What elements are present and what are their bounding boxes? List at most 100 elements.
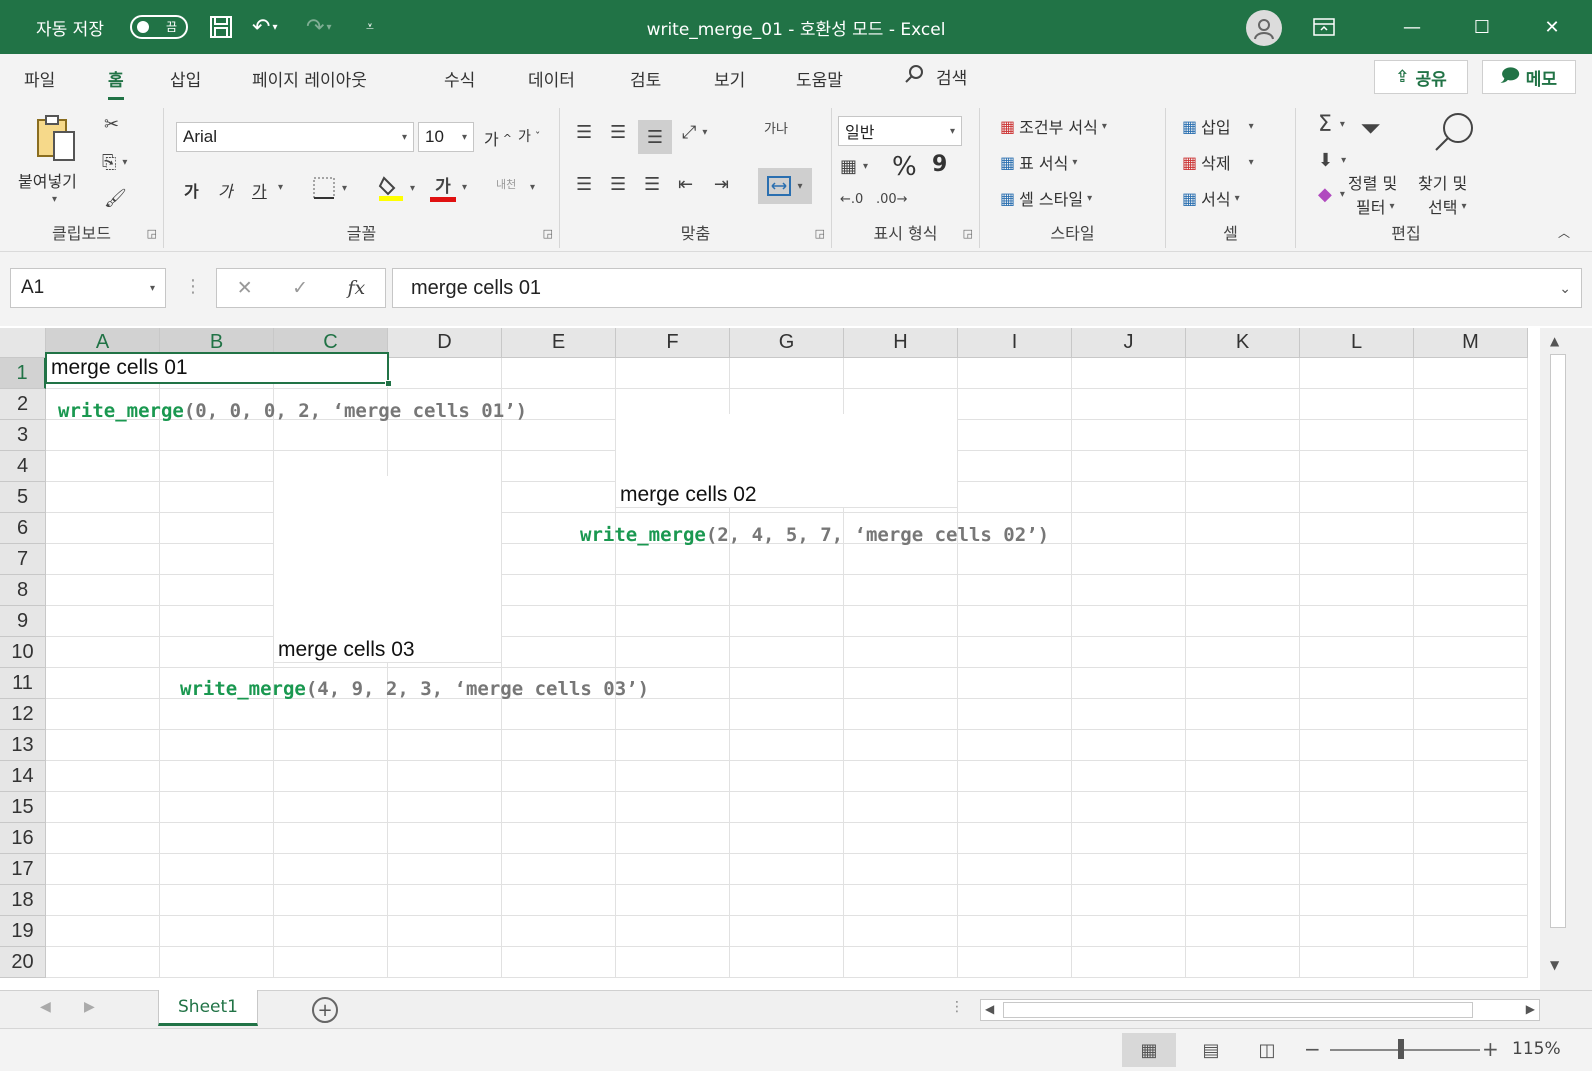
cell[interactable] <box>388 823 502 854</box>
row-header-20[interactable]: 20 <box>0 947 46 978</box>
cell[interactable] <box>1300 885 1414 916</box>
cell[interactable] <box>730 792 844 823</box>
scroll-right-icon[interactable]: ▶ <box>1526 1002 1535 1016</box>
zoom-out-icon[interactable]: − <box>1304 1037 1321 1061</box>
cell[interactable] <box>502 544 616 575</box>
delete-cells-button[interactable]: ▦ 삭제 ▾ <box>1182 150 1254 174</box>
cell[interactable] <box>958 792 1072 823</box>
scroll-down-icon[interactable]: ▼ <box>1550 958 1559 972</box>
clipboard-launcher-icon[interactable]: ◲ <box>147 227 157 240</box>
cell[interactable] <box>388 947 502 978</box>
cell[interactable] <box>1414 544 1528 575</box>
cell[interactable] <box>616 544 730 575</box>
cell[interactable] <box>958 885 1072 916</box>
cell[interactable] <box>388 885 502 916</box>
cell[interactable] <box>502 823 616 854</box>
customize-qat-icon[interactable]: ⩡ <box>366 0 374 54</box>
name-box[interactable]: A1 ▾ <box>10 268 166 308</box>
row-header-14[interactable]: 14 <box>0 761 46 792</box>
cell[interactable] <box>502 761 616 792</box>
font-size-select[interactable]: 10 ▾ <box>418 122 474 152</box>
cell[interactable] <box>46 947 160 978</box>
cell[interactable] <box>1186 699 1300 730</box>
underline-button[interactable]: 가 <box>252 178 267 202</box>
sort-filter-icon[interactable]: ⏷ <box>1360 114 1381 145</box>
cell[interactable] <box>958 575 1072 606</box>
cell[interactable] <box>1414 358 1528 389</box>
cell[interactable] <box>274 854 388 885</box>
cell[interactable] <box>1186 513 1300 544</box>
cell[interactable] <box>1300 482 1414 513</box>
font-color-dropdown-icon[interactable]: ▾ <box>462 182 467 193</box>
cell[interactable] <box>388 420 502 451</box>
font-name-select[interactable]: Arial ▾ <box>176 122 414 152</box>
cell[interactable] <box>1414 761 1528 792</box>
cell[interactable] <box>616 761 730 792</box>
cell[interactable] <box>1414 854 1528 885</box>
wrap-text-button[interactable]: 가나 <box>764 118 788 137</box>
tab-insert[interactable]: 삽입 <box>170 66 201 91</box>
cell[interactable] <box>502 451 616 482</box>
cell[interactable] <box>388 699 502 730</box>
cell[interactable] <box>1072 730 1186 761</box>
cell[interactable] <box>1186 482 1300 513</box>
row-header-3[interactable]: 3 <box>0 420 46 451</box>
column-header-d[interactable]: D <box>388 328 502 358</box>
cell[interactable] <box>1186 885 1300 916</box>
sort-filter-label[interactable]: 정렬 및 <box>1348 170 1397 194</box>
cell[interactable] <box>616 823 730 854</box>
cell[interactable] <box>1072 792 1186 823</box>
cell[interactable] <box>1072 420 1186 451</box>
column-header-e[interactable]: E <box>502 328 616 358</box>
find-select-label[interactable]: 찾기 및 <box>1418 170 1467 194</box>
cell[interactable] <box>1300 513 1414 544</box>
merge-center-icon[interactable]: ▾ <box>758 168 812 204</box>
tab-data[interactable]: 데이터 <box>528 66 575 91</box>
cell[interactable] <box>730 947 844 978</box>
cell[interactable] <box>844 606 958 637</box>
cell[interactable] <box>46 761 160 792</box>
cell[interactable] <box>730 916 844 947</box>
cell[interactable] <box>388 730 502 761</box>
cell[interactable] <box>844 854 958 885</box>
cell[interactable] <box>1072 513 1186 544</box>
cell[interactable] <box>502 575 616 606</box>
horizontal-scroll-thumb[interactable] <box>1003 1002 1473 1018</box>
autosave-toggle[interactable]: 끔 <box>130 15 188 39</box>
cell[interactable] <box>958 668 1072 699</box>
cell[interactable] <box>844 668 958 699</box>
cell[interactable] <box>1186 637 1300 668</box>
row-header-19[interactable]: 19 <box>0 916 46 947</box>
cell[interactable] <box>160 544 274 575</box>
fill-color-icon[interactable]: ▾ <box>378 174 415 202</box>
cell[interactable] <box>160 885 274 916</box>
cell[interactable] <box>1300 699 1414 730</box>
cell[interactable] <box>844 947 958 978</box>
align-bottom-icon[interactable]: ☰ <box>638 120 672 154</box>
cell[interactable] <box>46 854 160 885</box>
cell[interactable] <box>958 420 1072 451</box>
cell[interactable] <box>160 730 274 761</box>
paste-icon[interactable] <box>34 114 78 164</box>
cell[interactable] <box>46 482 160 513</box>
cell[interactable] <box>1072 947 1186 978</box>
cell[interactable] <box>616 885 730 916</box>
tab-page-layout[interactable]: 페이지 레이아웃 <box>252 66 367 91</box>
accounting-format-icon[interactable]: ▦ ▾ <box>840 156 868 177</box>
cell[interactable] <box>388 358 502 389</box>
cell[interactable] <box>1186 947 1300 978</box>
cell[interactable] <box>160 513 274 544</box>
cell[interactable] <box>46 513 160 544</box>
cell[interactable] <box>160 761 274 792</box>
account-avatar-icon[interactable] <box>1246 10 1282 46</box>
search-box[interactable]: 검색 <box>904 64 967 89</box>
cell[interactable] <box>1186 730 1300 761</box>
column-header-m[interactable]: M <box>1414 328 1528 358</box>
cell[interactable] <box>502 854 616 885</box>
cell[interactable] <box>1300 823 1414 854</box>
cell[interactable] <box>1186 420 1300 451</box>
cell[interactable] <box>274 885 388 916</box>
column-header-f[interactable]: F <box>616 328 730 358</box>
cell[interactable] <box>616 358 730 389</box>
cell[interactable] <box>616 637 730 668</box>
